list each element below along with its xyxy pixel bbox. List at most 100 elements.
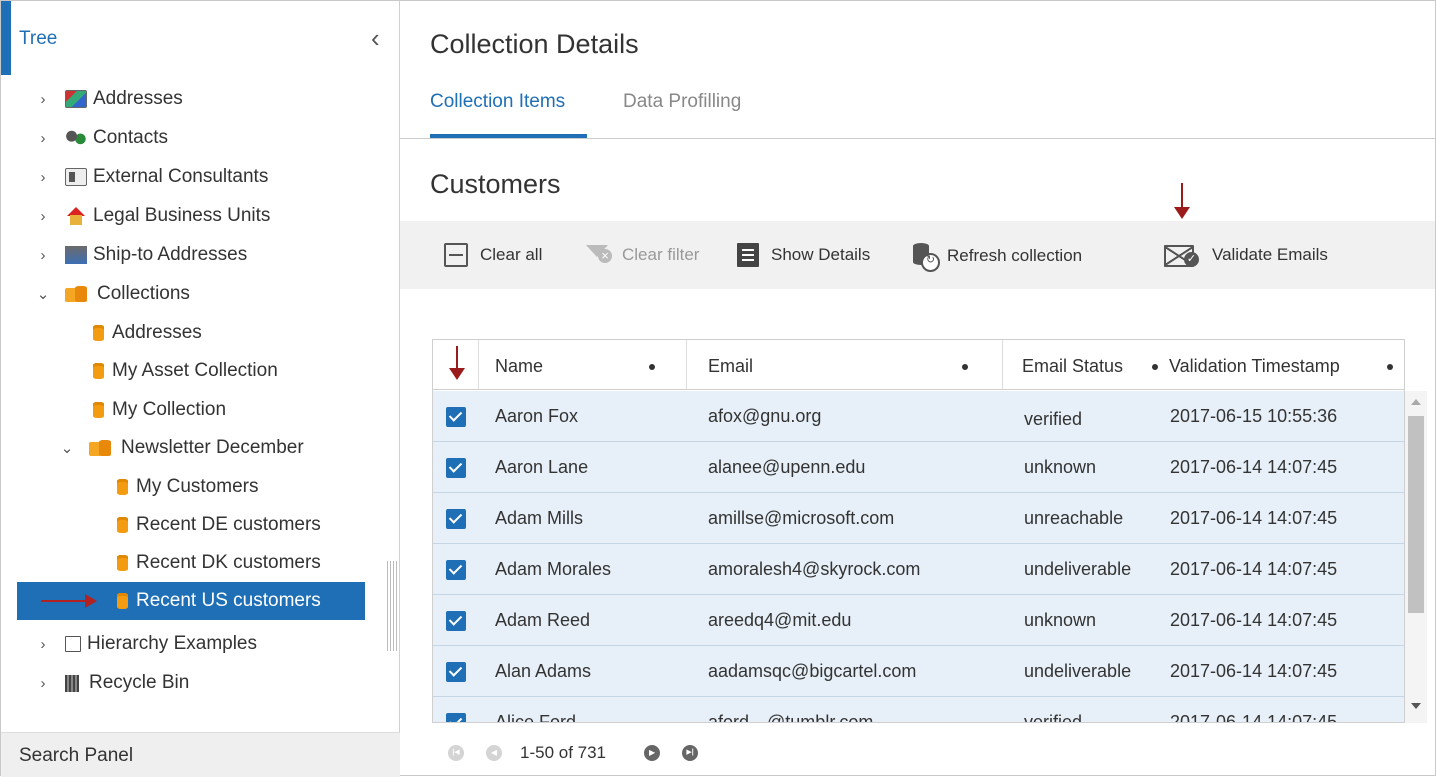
row-checkbox[interactable]: [446, 407, 466, 427]
cell-name: Adam Morales: [495, 559, 612, 579]
column-menu-icon[interactable]: [1152, 364, 1158, 370]
grid-scrollbar[interactable]: [1405, 391, 1427, 723]
expand-caret-icon[interactable]: ›: [35, 91, 51, 108]
column-header-name[interactable]: Name: [495, 356, 543, 377]
cell-email: aadamsqc@bigcartel.com: [708, 661, 917, 681]
clear-filter-icon: [586, 243, 612, 267]
column-header-validation-timestamp[interactable]: Validation Timestamp: [1169, 356, 1340, 377]
database-icon: [117, 479, 128, 495]
annotation-arrow-icon: [41, 594, 97, 608]
tab-collection-items[interactable]: Collection Items: [430, 91, 565, 113]
tree-item-recent-dk-customers[interactable]: Recent DK customers: [117, 545, 321, 581]
last-page-icon[interactable]: [682, 745, 699, 761]
row-checkbox[interactable]: [446, 458, 466, 478]
tab-bar: Collection Items Data Profilling: [400, 81, 1435, 139]
column-header-email[interactable]: Email: [708, 356, 753, 377]
column-separator: [478, 340, 479, 390]
toolbar: Clear all Clear filter Show Details Refr…: [400, 221, 1435, 289]
cell-name: Alice Ford: [495, 712, 577, 723]
cube-icon: [65, 636, 81, 652]
tab-data-profilling[interactable]: Data Profilling: [623, 91, 741, 113]
row-checkbox[interactable]: [446, 662, 466, 682]
database-icon: [117, 593, 128, 609]
scroll-thumb[interactable]: [1408, 416, 1424, 613]
expand-caret-icon[interactable]: ›: [35, 247, 51, 264]
tree-item-my-asset-collection[interactable]: My Asset Collection: [93, 353, 278, 389]
column-menu-icon[interactable]: [962, 364, 968, 370]
table-row[interactable]: Aaron Fox afox@gnu.org verified 2017-06-…: [433, 391, 1404, 442]
page-title: Collection Details: [430, 29, 639, 59]
search-panel[interactable]: Search Panel: [1, 732, 400, 777]
column-separator: [1002, 340, 1003, 390]
expand-caret-icon[interactable]: ›: [35, 675, 51, 692]
resize-grip-icon[interactable]: [387, 561, 397, 651]
scroll-down-icon[interactable]: [1411, 703, 1421, 709]
clear-all-button[interactable]: Clear all: [444, 243, 542, 267]
database-icon: [93, 363, 104, 379]
tree-item-label: Collections: [97, 283, 190, 304]
tree-item-my-collection[interactable]: My Collection: [93, 392, 226, 428]
cell-email: amoralesh4@skyrock.com: [708, 559, 921, 579]
tree-item-addresses[interactable]: › Addresses: [35, 81, 183, 117]
cell-email: aford…@tumblr.com: [708, 712, 874, 723]
column-separator: [686, 340, 687, 390]
column-menu-icon[interactable]: [649, 364, 655, 370]
show-details-button[interactable]: Show Details: [737, 243, 870, 267]
expand-caret-icon[interactable]: ›: [35, 130, 51, 147]
previous-page-icon[interactable]: [486, 745, 502, 761]
column-menu-icon[interactable]: [1387, 364, 1393, 370]
tree-item-ship-to-addresses[interactable]: › Ship-to Addresses: [35, 237, 248, 273]
refresh-collection-label: Refresh collection: [947, 246, 1083, 265]
table-row[interactable]: Adam Morales amoralesh4@skyrock.com unde…: [433, 544, 1404, 595]
row-checkbox[interactable]: [446, 560, 466, 580]
recycle-bin-icon: [65, 674, 79, 692]
table-row[interactable]: Adam Mills amillse@microsoft.com unreach…: [433, 493, 1404, 544]
tree-item-recycle-bin[interactable]: › Recycle Bin: [35, 665, 190, 701]
page-range: 1-50 of 731: [520, 743, 607, 762]
next-page-icon[interactable]: [644, 745, 661, 761]
clear-filter-button[interactable]: Clear filter: [586, 243, 699, 267]
collections-folder-icon: [65, 286, 91, 302]
row-checkbox[interactable]: [446, 611, 466, 631]
scroll-up-icon[interactable]: [1411, 399, 1421, 405]
tree-item-contacts[interactable]: › Contacts: [35, 120, 168, 156]
tree-item-legal-business-units[interactable]: › Legal Business Units: [35, 198, 271, 234]
tree-header-accent: [1, 1, 11, 75]
table-row[interactable]: Adam Reed areedq4@mit.edu unknown 2017-0…: [433, 595, 1404, 646]
validate-emails-button[interactable]: Validate Emails: [1164, 243, 1328, 267]
collection-details-panel: Collection Details Collection Items Data…: [400, 0, 1436, 776]
tree-item-newsletter-december[interactable]: ⌄ Newsletter December: [59, 430, 304, 466]
row-checkbox[interactable]: [446, 509, 466, 529]
collapse-caret-icon[interactable]: ⌄: [59, 439, 75, 457]
expand-caret-icon[interactable]: ›: [35, 208, 51, 225]
column-header-email-status[interactable]: Email Status: [1022, 356, 1123, 377]
tree-item-external-consultants[interactable]: › External Consultants: [35, 159, 269, 195]
ship-icon: [65, 246, 87, 264]
tree-item-label: Newsletter December: [121, 437, 304, 458]
refresh-collection-icon: [911, 243, 940, 272]
tree-item-label: Recycle Bin: [89, 672, 190, 693]
collapse-caret-icon[interactable]: ⌄: [35, 285, 51, 303]
table-row[interactable]: Alice Ford aford…@tumblr.com verified 20…: [433, 697, 1404, 723]
tree-item-collection-addresses[interactable]: Addresses: [93, 315, 202, 351]
tree-item-recent-de-customers[interactable]: Recent DE customers: [117, 507, 321, 543]
pager: 1-50 of 731: [448, 741, 720, 765]
customers-grid: Name Email Email Status Validation Times…: [432, 339, 1405, 723]
table-row[interactable]: Alan Adams aadamsqc@bigcartel.com undeli…: [433, 646, 1404, 697]
collapse-panel-icon[interactable]: ‹: [371, 23, 380, 54]
expand-caret-icon[interactable]: ›: [35, 169, 51, 186]
tree-item-label: My Customers: [136, 476, 259, 497]
clear-all-label: Clear all: [480, 245, 543, 264]
tree-item-my-customers[interactable]: My Customers: [117, 469, 258, 505]
cell-email: afox@gnu.org: [708, 406, 822, 426]
refresh-collection-button[interactable]: Refresh collection: [911, 243, 1083, 272]
expand-caret-icon[interactable]: ›: [35, 636, 51, 653]
first-page-icon[interactable]: [448, 745, 464, 761]
tree-item-hierarchy-examples[interactable]: › Hierarchy Examples: [35, 626, 258, 662]
cell-name: Aaron Lane: [495, 457, 589, 477]
show-details-label: Show Details: [771, 245, 871, 264]
table-row[interactable]: Aaron Lane alanee@upenn.edu unknown 2017…: [433, 442, 1404, 493]
database-icon: [117, 517, 128, 533]
row-checkbox[interactable]: [446, 713, 466, 722]
tree-item-collections[interactable]: ⌄ Collections: [35, 276, 190, 312]
